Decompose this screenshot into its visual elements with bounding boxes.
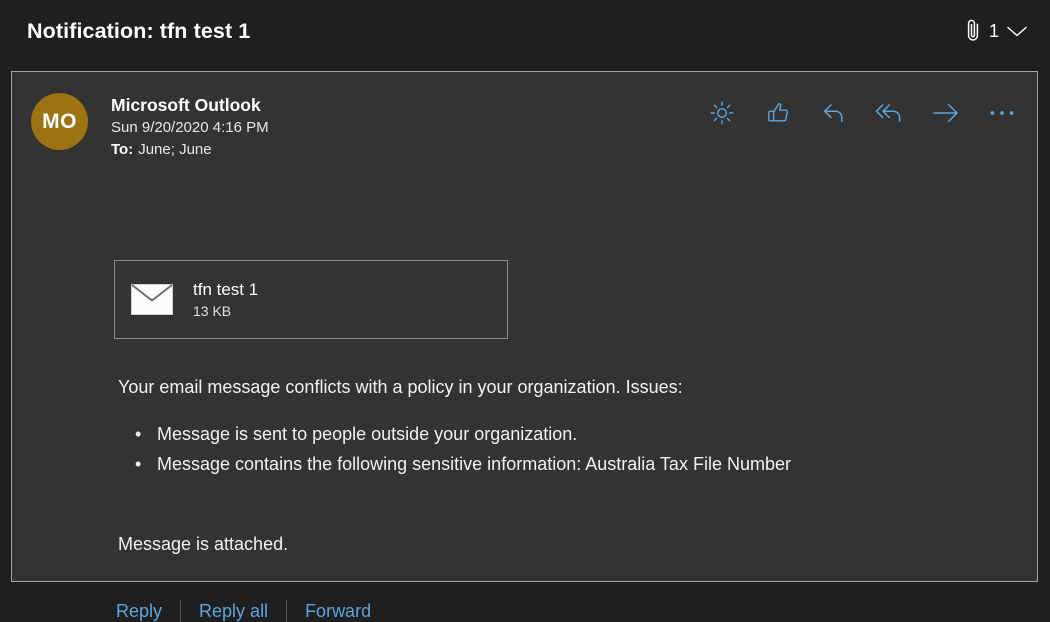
policy-lead-text: Your email message conflicts with a poli… bbox=[118, 374, 1008, 400]
attachment-tile[interactable]: tfn test 1 13 KB bbox=[114, 260, 508, 339]
sender-meta: Microsoft Outlook Sun 9/20/2020 4:16 PM … bbox=[111, 93, 269, 161]
forward-button[interactable] bbox=[931, 98, 961, 128]
message-actions bbox=[707, 98, 1017, 128]
message-body: Your email message conflicts with a poli… bbox=[118, 374, 1008, 557]
paperclip-icon bbox=[965, 18, 982, 44]
reply-icon bbox=[821, 100, 848, 126]
notification-header: Notification: tfn test 1 1 bbox=[0, 0, 1050, 62]
attachment-indicator[interactable]: 1 bbox=[965, 18, 1028, 44]
envelope-icon bbox=[115, 284, 189, 315]
more-options-icon bbox=[989, 109, 1015, 117]
highlight-button[interactable] bbox=[707, 98, 737, 128]
forward-link[interactable]: Forward bbox=[287, 601, 389, 622]
message-card: MO Microsoft Outlook Sun 9/20/2020 4:16 … bbox=[11, 71, 1038, 582]
reply-actions-bar: Reply Reply all Forward bbox=[116, 600, 389, 622]
issues-list: Message is sent to people outside your o… bbox=[118, 419, 1008, 479]
attachment-size: 13 KB bbox=[193, 301, 258, 321]
page-title: Notification: tfn test 1 bbox=[27, 19, 250, 44]
forward-icon bbox=[931, 100, 961, 126]
list-item: Message is sent to people outside your o… bbox=[157, 419, 1008, 449]
reply-link[interactable]: Reply bbox=[116, 601, 180, 622]
sent-timestamp: Sun 9/20/2020 4:16 PM bbox=[111, 117, 269, 139]
reply-all-button[interactable] bbox=[875, 98, 905, 128]
chevron-down-icon[interactable] bbox=[1006, 24, 1028, 38]
reply-button[interactable] bbox=[819, 98, 849, 128]
to-recipients: June; June bbox=[138, 141, 211, 158]
reply-all-link[interactable]: Reply all bbox=[181, 601, 286, 622]
attachment-text: tfn test 1 13 KB bbox=[189, 278, 258, 321]
thumbs-up-icon bbox=[765, 100, 792, 127]
to-label: To: bbox=[111, 141, 133, 158]
sender-name: Microsoft Outlook bbox=[111, 94, 269, 117]
more-options-button[interactable] bbox=[987, 98, 1017, 128]
like-button[interactable] bbox=[763, 98, 793, 128]
avatar: MO bbox=[31, 93, 88, 150]
reply-all-icon bbox=[874, 100, 906, 126]
list-item: Message contains the following sensitive… bbox=[157, 449, 1008, 479]
attached-note: Message is attached. bbox=[118, 531, 1008, 557]
recipients-line: To: June; June bbox=[111, 139, 269, 161]
attachment-name: tfn test 1 bbox=[193, 278, 258, 301]
highlight-icon bbox=[709, 100, 735, 126]
attachment-count: 1 bbox=[989, 21, 999, 42]
